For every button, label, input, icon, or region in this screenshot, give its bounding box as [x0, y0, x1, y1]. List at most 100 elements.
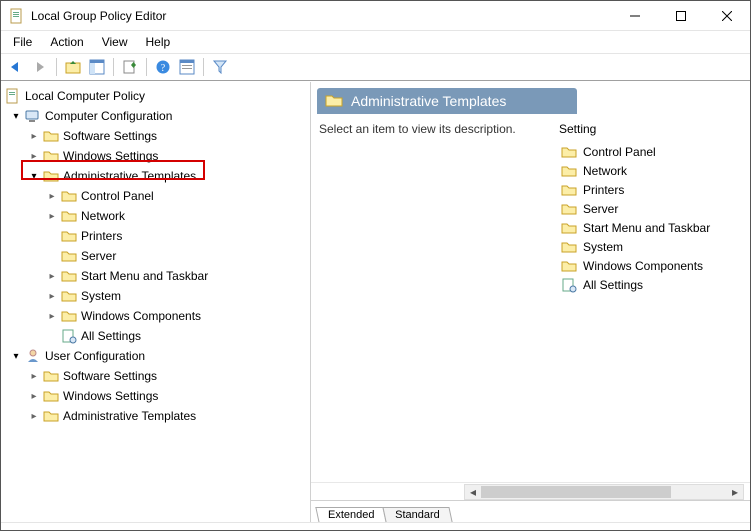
list-item-printers[interactable]: Printers	[559, 180, 742, 199]
tree-user-config[interactable]: ▾ User Configuration	[5, 346, 310, 366]
up-button[interactable]	[62, 56, 84, 78]
tab-standard[interactable]: Standard	[383, 507, 453, 522]
settings-list: Setting Control Panel Network Printers S…	[559, 122, 742, 474]
chevron-right-icon[interactable]: ▸	[27, 411, 41, 422]
minimize-button[interactable]	[612, 1, 658, 30]
tree-label: Network	[79, 209, 127, 223]
maximize-button[interactable]	[658, 1, 704, 30]
svg-text:?: ?	[161, 63, 166, 74]
tree-printers[interactable]: Printers	[5, 226, 310, 246]
list-item-all-settings[interactable]: All Settings	[559, 275, 742, 294]
tree-system[interactable]: ▸ System	[5, 286, 310, 306]
chevron-down-icon[interactable]: ▾	[27, 171, 41, 182]
close-button[interactable]	[704, 1, 750, 30]
tab-extended[interactable]: Extended	[315, 507, 387, 522]
detail-body: Select an item to view its description. …	[311, 114, 750, 482]
app-icon	[9, 8, 25, 24]
filter-button[interactable]	[209, 56, 231, 78]
tree-network[interactable]: ▸ Network	[5, 206, 310, 226]
toolbar-separator	[113, 58, 114, 76]
tree-cc-admin[interactable]: ▾ Administrative Templates	[5, 166, 310, 186]
chevron-right-icon[interactable]: ▸	[45, 291, 59, 302]
tree-all-settings[interactable]: All Settings	[5, 326, 310, 346]
tree-label: System	[79, 289, 123, 303]
settings-list-icon	[61, 328, 77, 344]
toolbar: ?	[1, 53, 750, 81]
chevron-right-icon[interactable]: ▸	[27, 151, 41, 162]
list-item-start-menu[interactable]: Start Menu and Taskbar	[559, 218, 742, 237]
tree-server[interactable]: Server	[5, 246, 310, 266]
tree-uc-software[interactable]: ▸Software Settings	[5, 366, 310, 386]
scroll-left-icon[interactable]: ◂	[465, 485, 481, 499]
folder-icon	[43, 149, 59, 163]
tree-cc-windows[interactable]: ▸ Windows Settings	[5, 146, 310, 166]
scroll-thumb[interactable]	[481, 486, 671, 498]
horizontal-scrollbar[interactable]: ◂ ▸	[311, 482, 750, 500]
tree-computer-config[interactable]: ▾ Computer Configuration	[5, 106, 310, 126]
folder-icon	[61, 229, 77, 243]
tabs: Extended Standard	[311, 500, 750, 522]
tree-root-label: Local Computer Policy	[23, 89, 147, 103]
chevron-right-icon[interactable]: ▸	[27, 131, 41, 142]
menu-view[interactable]: View	[94, 33, 136, 51]
chevron-right-icon[interactable]: ▸	[45, 191, 59, 202]
menu-action[interactable]: Action	[42, 33, 91, 51]
folder-icon	[43, 369, 59, 383]
tree-root[interactable]: Local Computer Policy	[5, 86, 310, 106]
list-label: System	[583, 240, 623, 254]
user-icon	[25, 348, 41, 364]
list-item-system[interactable]: System	[559, 237, 742, 256]
tree-label: Windows Components	[79, 309, 203, 323]
tree-label: All Settings	[79, 329, 143, 343]
setting-column-header[interactable]: Setting	[559, 122, 742, 136]
folder-open-icon	[325, 93, 343, 109]
tree-label: Windows Settings	[61, 389, 160, 403]
forward-button[interactable]	[29, 56, 51, 78]
chevron-right-icon[interactable]: ▸	[45, 211, 59, 222]
folder-icon	[43, 129, 59, 143]
show-hide-tree-button[interactable]	[86, 56, 108, 78]
tree-start-menu[interactable]: ▸Start Menu and Taskbar	[5, 266, 310, 286]
list-label: Network	[583, 164, 627, 178]
folder-icon	[61, 209, 77, 223]
chevron-down-icon[interactable]: ▾	[9, 111, 23, 122]
computer-icon	[25, 108, 41, 124]
menu-help[interactable]: Help	[138, 33, 179, 51]
folder-icon	[561, 221, 577, 235]
tree-uc-windows[interactable]: ▸ Windows Settings	[5, 386, 310, 406]
back-button[interactable]	[5, 56, 27, 78]
list-item-server[interactable]: Server	[559, 199, 742, 218]
list-label: Control Panel	[583, 145, 656, 159]
list-label: Start Menu and Taskbar	[583, 221, 710, 235]
tree-windows-components[interactable]: ▸ Windows Components	[5, 306, 310, 326]
help-button[interactable]: ?	[152, 56, 174, 78]
chevron-right-icon[interactable]: ▸	[45, 271, 59, 282]
content-area: Local Computer Policy ▾ Computer Configu…	[1, 81, 750, 522]
properties-button[interactable]	[176, 56, 198, 78]
tree-label: Administrative Templates	[61, 409, 198, 423]
chevron-right-icon[interactable]: ▸	[45, 311, 59, 322]
folder-icon	[561, 183, 577, 197]
chevron-right-icon[interactable]: ▸	[27, 391, 41, 402]
tree-cc-software[interactable]: ▸ Software Settings	[5, 126, 310, 146]
toolbar-separator	[146, 58, 147, 76]
scroll-right-icon[interactable]: ▸	[727, 485, 743, 499]
tree-control-panel[interactable]: ▸Control Panel	[5, 186, 310, 206]
list-item-windows-components[interactable]: Windows Components	[559, 256, 742, 275]
chevron-down-icon[interactable]: ▾	[9, 351, 23, 362]
description-column: Select an item to view its description.	[319, 122, 519, 474]
list-item-network[interactable]: Network	[559, 161, 742, 180]
folder-icon	[43, 389, 59, 403]
list-label: Windows Components	[583, 259, 703, 273]
list-item-control-panel[interactable]: Control Panel	[559, 142, 742, 161]
export-button[interactable]	[119, 56, 141, 78]
detail-pane: Administrative Templates Select an item …	[311, 82, 750, 522]
folder-icon	[561, 164, 577, 178]
tree-pane[interactable]: Local Computer Policy ▾ Computer Configu…	[1, 82, 311, 522]
menu-file[interactable]: File	[5, 33, 40, 51]
tree-label: Computer Configuration	[43, 109, 174, 123]
folder-icon	[561, 202, 577, 216]
tree-uc-admin[interactable]: ▸ Administrative Templates	[5, 406, 310, 426]
toolbar-separator	[203, 58, 204, 76]
chevron-right-icon[interactable]: ▸	[27, 371, 41, 382]
